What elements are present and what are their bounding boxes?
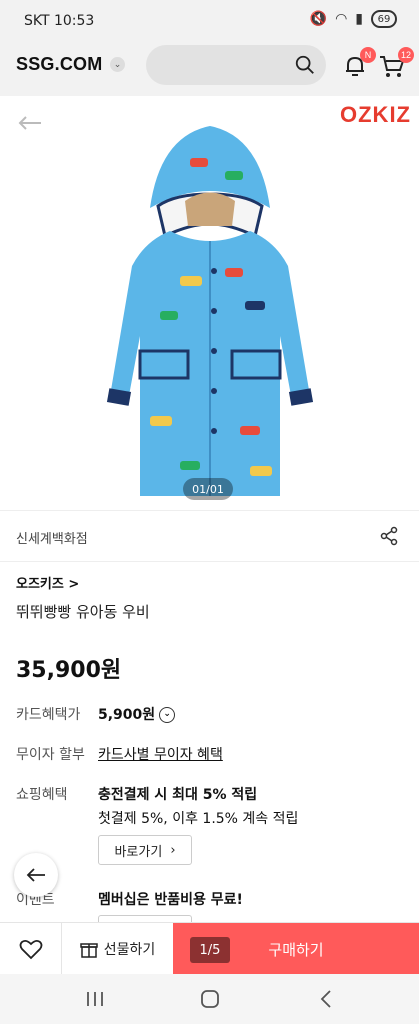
gift-button-label: 선물하기	[103, 942, 156, 958]
back-icon[interactable]	[316, 989, 338, 1009]
battery-icon: 69	[371, 10, 397, 28]
installment-label: 무이자 할부	[16, 747, 85, 763]
cart-button[interactable]: 12	[378, 47, 414, 79]
shopping-benefit-label: 쇼핑혜택	[16, 787, 68, 803]
arrow-left-icon	[26, 868, 45, 882]
product-image[interactable]: OZKIZ 01/01	[0, 96, 419, 510]
search-icon[interactable]	[294, 54, 316, 76]
wifi-icon: ◠	[335, 11, 348, 27]
shortcut-button[interactable]: 바로가기 ›	[98, 835, 192, 865]
share-icon[interactable]	[379, 526, 399, 546]
signal-icon: ▮	[355, 11, 363, 27]
status-carrier-time: SKT 10:53	[24, 13, 95, 29]
ssg-logo[interactable]: SSG.COM	[16, 54, 102, 75]
gift-button[interactable]: 선물하기	[62, 923, 173, 975]
installment-link[interactable]: 카드사별 무이자 혜택	[98, 744, 223, 764]
status-bar: SKT 10:53 🔇 ◠ ▮ 69	[0, 0, 419, 38]
search-bar[interactable]	[146, 45, 326, 85]
system-nav-bar	[0, 974, 419, 1024]
image-counter: 01/01	[183, 478, 233, 500]
page-indicator: 1/5	[190, 937, 230, 963]
recent-apps-icon[interactable]	[84, 989, 106, 1009]
brand-link[interactable]: 오즈키즈 >	[16, 573, 79, 592]
bottom-action-bar: 선물하기 구매하기 1/5	[0, 922, 419, 975]
gift-icon	[79, 943, 98, 958]
shopping-benefit-desc: 첫결제 5%, 이후 1.5% 계속 적립	[98, 811, 299, 827]
wishlist-button[interactable]	[0, 923, 62, 975]
heart-icon	[19, 939, 42, 960]
notification-badge: N	[360, 47, 376, 63]
chevron-right-icon: ›	[170, 842, 176, 858]
shopping-benefit-title: 충전결제 시 최대 5% 적립	[98, 787, 258, 803]
product-title: 뛰뛰빵빵 유아동 우비	[16, 603, 150, 621]
mute-icon: 🔇	[309, 11, 328, 27]
notification-button[interactable]: N	[342, 47, 376, 79]
app-header: SSG.COM ⌄ N 12	[0, 38, 419, 96]
card-benefit-value: 5,900원	[98, 707, 156, 723]
home-icon[interactable]	[199, 989, 221, 1009]
card-benefit-label: 카드혜택가	[16, 707, 81, 723]
store-row[interactable]: 신세계백화점	[0, 510, 419, 562]
chevron-down-icon[interactable]: ⌄	[110, 57, 125, 72]
store-name[interactable]: 신세계백화점	[16, 528, 88, 547]
buy-button-label: 구매하기	[268, 940, 324, 959]
floating-back-button[interactable]	[14, 853, 58, 897]
chevron-down-icon[interactable]: ⌄	[159, 707, 176, 723]
raincoat-illustration	[106, 126, 314, 496]
card-benefit-row[interactable]: 5,900원 ⌄	[98, 704, 176, 724]
cart-badge: 12	[397, 47, 414, 63]
event-title: 멤버십은 반품비용 무료!	[98, 892, 243, 908]
product-price: 35,900원	[16, 658, 122, 683]
shortcut-button-label: 바로가기	[114, 844, 163, 860]
